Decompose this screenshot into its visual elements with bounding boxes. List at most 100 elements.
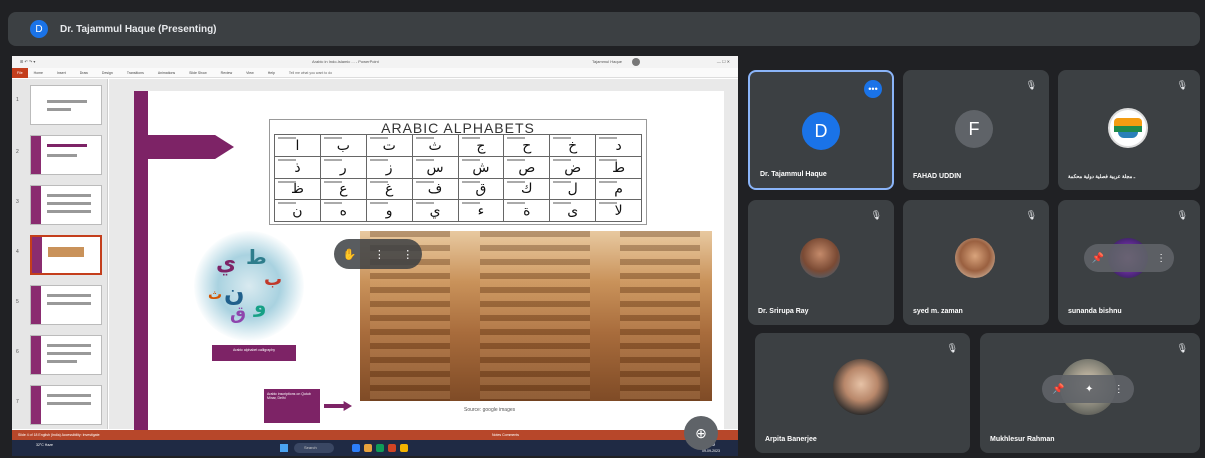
ppt-status-bar: Slide 4 of 18 English (India) Accessibil…: [12, 430, 738, 440]
participant-avatar: F: [955, 110, 993, 148]
status-left: Slide 4 of 18 English (India) Accessibil…: [18, 433, 100, 437]
tile-hover-controls[interactable]: 📌 ⋮: [1084, 244, 1174, 272]
hand-icon[interactable]: ✋: [343, 248, 357, 261]
alphabet-cell: ل: [550, 178, 596, 200]
thumbnail-number: 5: [16, 299, 19, 305]
presenter-avatar: D: [30, 20, 48, 38]
mic-muted-icon: 🎙: [1025, 210, 1037, 220]
more-vert-icon[interactable]: ⋮: [1156, 253, 1166, 264]
slide-thumbnail[interactable]: [30, 85, 102, 125]
slide-thumbnail[interactable]: [30, 185, 102, 225]
alphabet-cell: ه: [320, 200, 366, 221]
alphabet-cell: ب: [320, 135, 366, 156]
ribbon-tab[interactable]: Home: [34, 71, 43, 75]
alphabet-cell: د: [596, 135, 641, 156]
alphabet-cell: ش: [458, 156, 504, 178]
participant-tile[interactable]: 🎙 Dr. Srirupa Ray: [748, 200, 894, 325]
alphabet-cell: ظ: [275, 178, 320, 200]
slide-thumbnail[interactable]: [30, 385, 102, 425]
app-icon[interactable]: [388, 444, 396, 452]
ribbon-file-tab[interactable]: File: [12, 67, 28, 78]
cloud-letter: و: [254, 293, 267, 317]
ribbon-tab[interactable]: Draw: [80, 71, 88, 75]
participant-avatar: [800, 238, 840, 278]
app-icon[interactable]: [364, 444, 372, 452]
slide-thumbnail[interactable]: [30, 135, 102, 175]
cloud-caption: Arabic alphabet calligraphy: [212, 345, 296, 361]
participant-avatar: [1108, 108, 1148, 148]
windows-start-icon[interactable]: [280, 444, 288, 452]
alphabet-cell: لا: [596, 200, 641, 221]
alphabet-grid: ا ب ت ث ج ح خ د ذ ر ز س ش ص ض ط ظ ع غ ف ق ك ل م ن ه و ي ء ة ى لا: [274, 134, 642, 222]
slide-thumbnail-selected[interactable]: [30, 235, 102, 275]
ppt-user-name: Tajammul Haque: [592, 59, 623, 64]
alphabet-cell: ع: [320, 178, 366, 200]
window-controls[interactable]: — ☐ ✕: [717, 56, 730, 68]
slide-thumbnail[interactable]: [30, 335, 102, 375]
cloud-letter: ق: [230, 303, 247, 324]
participant-tile[interactable]: 🎙 Arpita Banerjee: [755, 333, 970, 453]
alphabet-cell: ة: [504, 200, 550, 221]
more-options-icon[interactable]: ⋮: [374, 248, 385, 261]
alphabet-cell: ز: [366, 156, 412, 178]
tile-hover-controls[interactable]: 📌 ✦ ⋮: [1042, 375, 1134, 403]
thumbnail-number: 1: [16, 97, 19, 103]
participant-name: Mukhlesur Rahman: [990, 436, 1055, 443]
alphabet-cell: ث: [412, 135, 458, 156]
thumbnail-number: 2: [16, 149, 19, 155]
alphabet-cell: ط: [596, 156, 641, 178]
participant-tile[interactable]: ••• D Dr. Tajammul Haque: [748, 70, 894, 190]
pin-icon[interactable]: 📌: [1052, 384, 1064, 395]
slide-thumbnail[interactable]: [30, 285, 102, 325]
more-vert-icon[interactable]: ⋮: [1114, 384, 1124, 395]
tile-overlay-controls[interactable]: ✋ ⋮ ⋮: [334, 239, 422, 269]
app-icon[interactable]: [376, 444, 384, 452]
alphabet-cell: ت: [366, 135, 412, 156]
alphabet-cell: ى: [550, 200, 596, 221]
ribbon-tab[interactable]: View: [246, 71, 254, 75]
mic-muted-icon: 🎙: [1176, 210, 1188, 220]
app-icon[interactable]: [400, 444, 408, 452]
ribbon-tab[interactable]: Review: [221, 71, 232, 75]
participant-tile[interactable]: 🎙 📌 ⋮ sunanda bishnu: [1058, 200, 1200, 325]
ribbon-tab[interactable]: Animations: [158, 71, 175, 75]
ppt-user-avatar: [632, 58, 640, 66]
taskbar-search[interactable]: Search: [294, 443, 334, 453]
participant-tile[interactable]: 🎙 syed m. zaman: [903, 200, 1049, 325]
alphabet-cell: ض: [550, 156, 596, 178]
ribbon-tab[interactable]: Design: [102, 71, 113, 75]
participant-tile[interactable]: 🎙 📌 ✦ ⋮ Mukhlesur Rahman: [980, 333, 1200, 453]
thumbnail-number: 7: [16, 399, 19, 405]
quick-access-toolbar[interactable]: ⊞ ↶ ↷ ▾: [20, 59, 35, 64]
participant-tile[interactable]: 🎙 F FAHAD UDDIN: [903, 70, 1049, 190]
alphabet-cell: و: [366, 200, 412, 221]
app-icon[interactable]: [352, 444, 360, 452]
more-vert-icon[interactable]: ⋮: [402, 248, 413, 261]
shared-screen: ⊞ ↶ ↷ ▾ Arabic in Indo-Islamic ... - Pow…: [12, 56, 738, 456]
pin-icon[interactable]: 📌: [1092, 253, 1104, 264]
zoom-in-icon[interactable]: ⊕: [684, 416, 718, 450]
alphabet-cell: م: [596, 178, 641, 200]
alphabet-cell: ق: [458, 178, 504, 200]
presenter-bar: D Dr. Tajammul Haque (Presenting): [8, 12, 1200, 46]
ribbon-tab[interactable]: Slide Show: [189, 71, 207, 75]
status-right[interactable]: Notes Comments: [492, 430, 519, 440]
ribbon-tab[interactable]: Help: [268, 71, 275, 75]
participant-name: sunanda bishnu: [1068, 308, 1122, 315]
thumbnail-number: 3: [16, 199, 19, 205]
calligraphy-word-cloud: ي ط ب ن و ق ث: [194, 231, 304, 341]
alphabet-cell: ص: [504, 156, 550, 178]
ribbon-tab[interactable]: Transitions: [127, 71, 144, 75]
thumbnail-number: 6: [16, 349, 19, 355]
tell-me-search[interactable]: Tell me what you want to do: [289, 71, 332, 75]
callout-box: Arabic inscriptions on Qutub Minar, Delh…: [264, 389, 320, 423]
mic-muted-icon: 🎙: [946, 343, 958, 353]
more-options-icon[interactable]: •••: [864, 80, 882, 98]
effects-icon[interactable]: ✦: [1085, 384, 1093, 395]
mic-muted-icon: 🎙: [870, 210, 882, 220]
ppt-title-bar: ⊞ ↶ ↷ ▾ Arabic in Indo-Islamic ... - Pow…: [12, 56, 738, 68]
participant-tile[interactable]: 🎙 ـ مجلة عربية فصلية دولية محكمة: [1058, 70, 1200, 190]
cloud-letter: ث: [208, 287, 223, 303]
weather-widget[interactable]: 32°C Haze: [36, 443, 53, 447]
ribbon-tab[interactable]: Insert: [57, 71, 66, 75]
